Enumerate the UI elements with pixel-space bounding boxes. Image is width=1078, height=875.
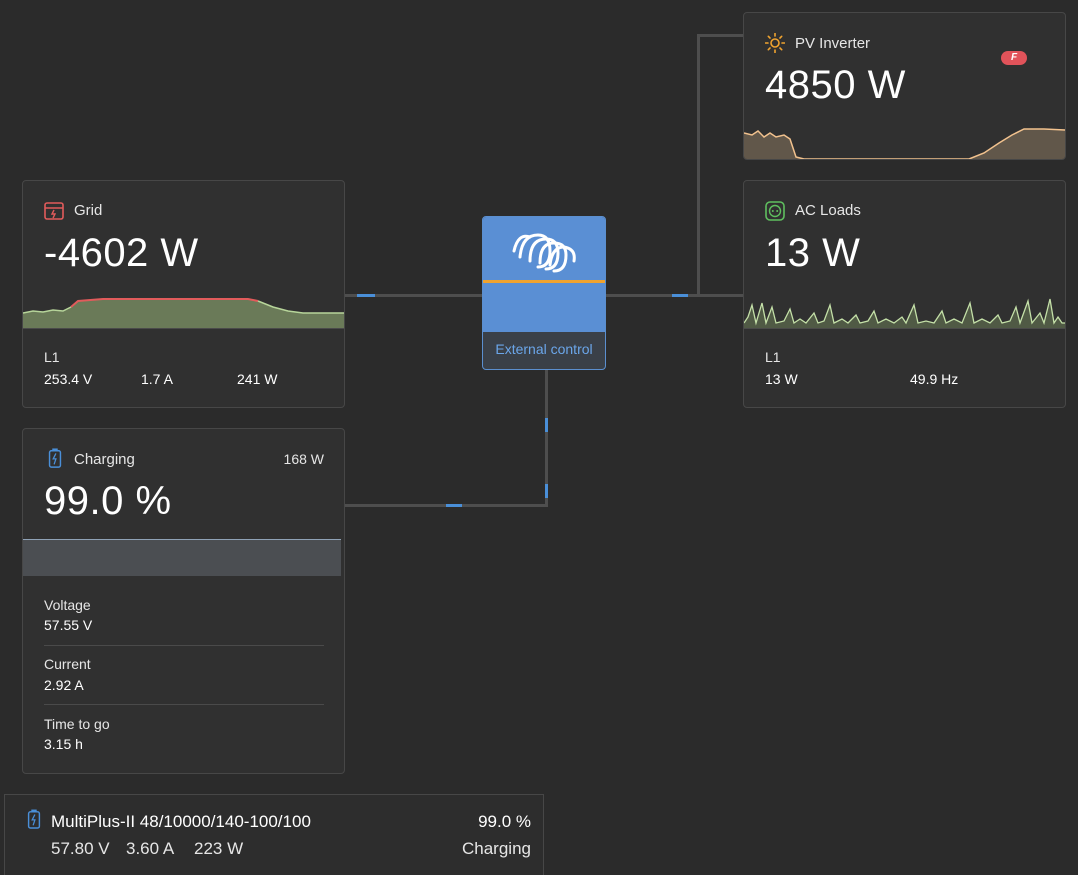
battery-separator-2 xyxy=(44,704,324,705)
pv-wire-vertical xyxy=(697,34,700,296)
device-header xyxy=(483,217,605,332)
ac-loads-title: AC Loads xyxy=(795,202,861,219)
bar-power: 223 W xyxy=(194,839,244,858)
battery-flow-dot-vertical xyxy=(545,418,548,432)
ac-loads-card[interactable]: AC Loads 13 W L1 13 W 49.9 Hz xyxy=(743,180,1066,408)
grid-meter-icon xyxy=(44,202,64,220)
ac-loads-frequency: 49.9 Hz xyxy=(910,371,959,387)
ac-flow-dot xyxy=(672,294,688,297)
socket-icon xyxy=(765,201,785,221)
grid-phase-label: L1 xyxy=(44,349,60,365)
pv-wire-horizontal xyxy=(697,34,745,37)
device-name: MultiPlus-II 48/10000/140-100/100 xyxy=(51,812,311,831)
grid-flow-dot xyxy=(357,294,375,297)
battery-ttg-label: Time to go xyxy=(44,716,110,732)
battery-separator-1 xyxy=(44,645,324,646)
grid-power: -4602 W xyxy=(44,231,199,275)
pv-sparkline xyxy=(744,128,1065,159)
ac-loads-sparkline xyxy=(744,298,1065,329)
battery-card[interactable]: Charging 168 W 99.0 % Voltage 57.55 V Cu… xyxy=(22,428,345,774)
grid-title: Grid xyxy=(74,202,103,219)
battery-flow-dot-vertical-2 xyxy=(545,484,548,498)
battery-flow-dot xyxy=(446,504,462,507)
grid-voltage: 253.4 V xyxy=(44,371,93,387)
battery-ttg: 3.15 h xyxy=(44,736,83,752)
bar-voltage: 57.80 V xyxy=(51,839,110,858)
battery-icon xyxy=(27,809,41,829)
battery-current: 2.92 A xyxy=(44,677,84,693)
grid-sparkline xyxy=(23,298,344,329)
pv-inverter-title: PV Inverter xyxy=(795,35,871,52)
battery-current-label: Current xyxy=(44,656,91,672)
device-mode-label: External control xyxy=(495,341,593,357)
battery-title: Charging xyxy=(74,451,135,468)
bar-soc: 99.0 % xyxy=(478,812,531,831)
pv-inverter-card[interactable]: PV Inverter F 4850 W xyxy=(743,12,1066,160)
battery-voltage-label: Voltage xyxy=(44,597,91,613)
ac-loads-power: 13 W xyxy=(765,231,861,275)
battery-voltage: 57.55 V xyxy=(44,617,93,633)
battery-icon xyxy=(48,448,62,468)
grid-current: 1.7 A xyxy=(141,371,173,387)
ac-loads-phase-label: L1 xyxy=(765,349,781,365)
grid-separator xyxy=(23,328,344,329)
battery-status-bar[interactable]: MultiPlus-II 48/10000/140-100/100 57.80 … xyxy=(4,794,544,875)
ac-loads-phase-power: 13 W xyxy=(765,371,798,387)
pv-inverter-power: 4850 W xyxy=(765,63,906,107)
ac-loads-separator xyxy=(744,328,1065,329)
grid-phase-power: 241 W xyxy=(237,371,278,387)
bar-state: Charging xyxy=(462,839,531,858)
victron-logo-icon xyxy=(512,233,576,273)
grid-card[interactable]: Grid -4602 W L1 253.4 V 1.7 A 241 W xyxy=(22,180,345,408)
battery-soc-fill xyxy=(23,539,341,576)
bar-current: 3.60 A xyxy=(126,839,175,858)
fronius-logo-icon: F xyxy=(1001,51,1027,65)
battery-soc: 99.0 % xyxy=(44,479,172,523)
inverter-device[interactable]: External control xyxy=(482,216,606,370)
device-accent-stripe xyxy=(483,280,605,283)
battery-power: 168 W xyxy=(283,451,324,467)
sun-icon xyxy=(765,33,785,53)
